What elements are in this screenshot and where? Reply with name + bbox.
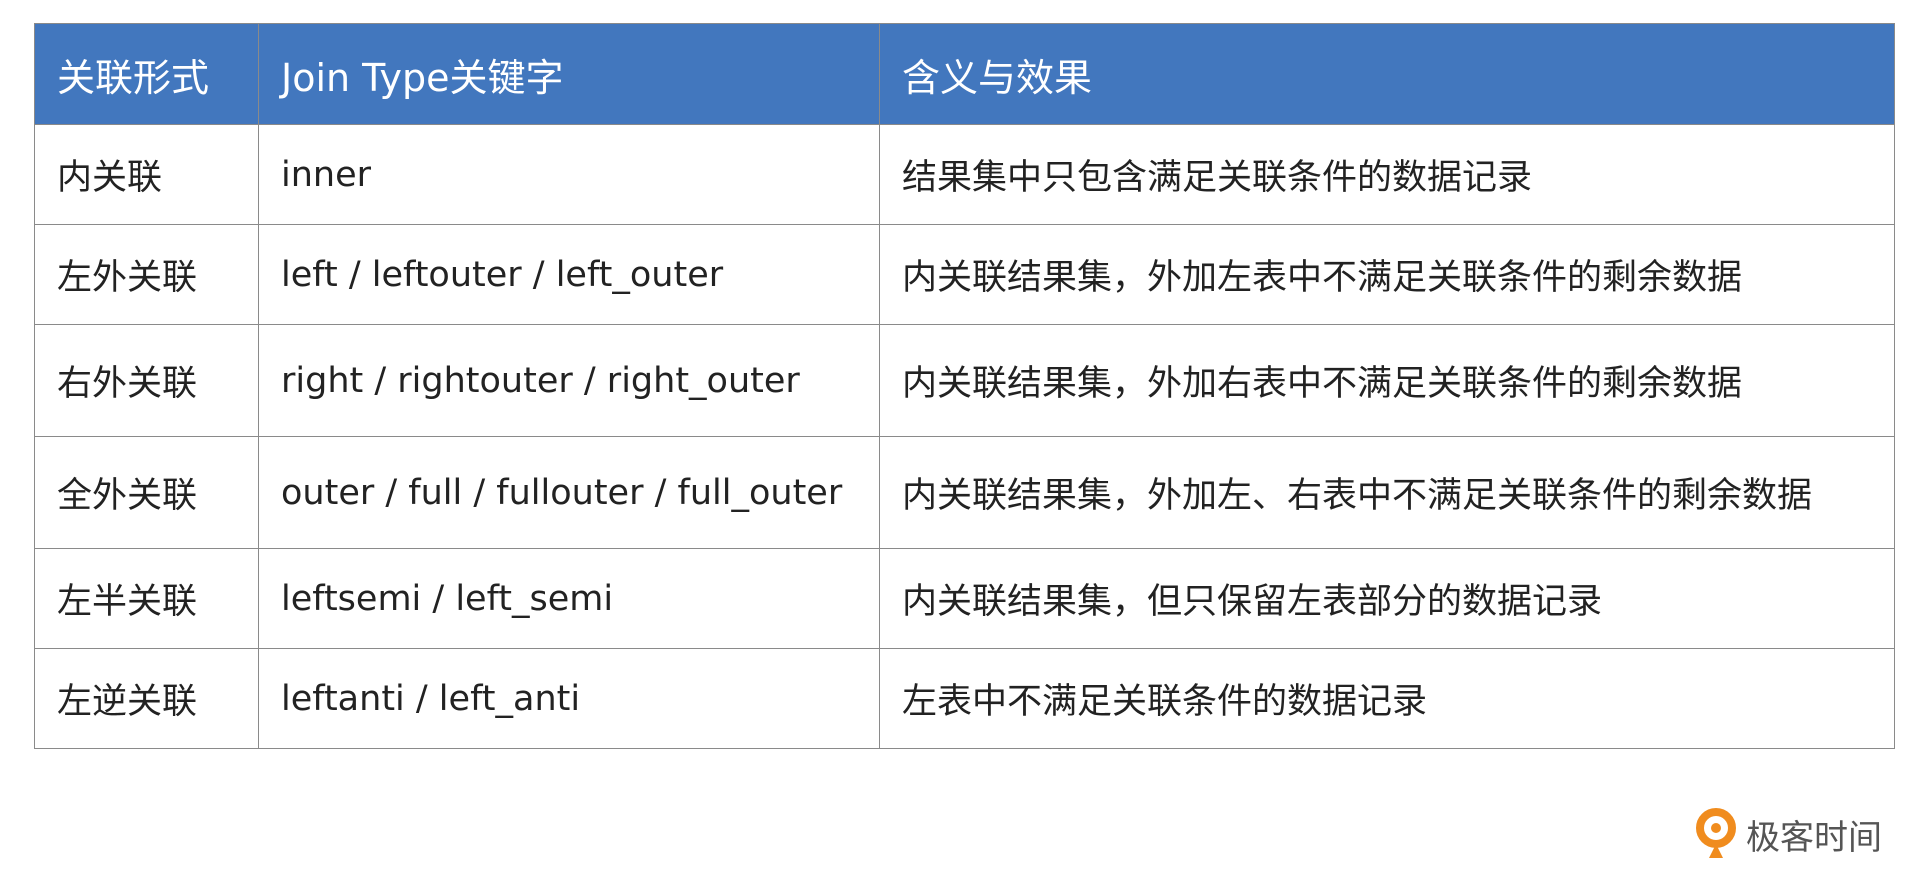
- table-row: 内关联 inner 结果集中只包含满足关联条件的数据记录: [34, 124, 1895, 225]
- cell-join-form: 左逆关联: [34, 648, 259, 749]
- brand-name: 极客时间: [1746, 817, 1882, 858]
- cell-join-form: 左半关联: [34, 548, 259, 649]
- cell-meaning: 内关联结果集，外加右表中不满足关联条件的剩余数据: [879, 324, 1895, 437]
- table-row: 左逆关联 leftanti / left_anti 左表中不满足关联条件的数据记…: [34, 648, 1895, 749]
- cell-join-form: 右外关联: [34, 324, 259, 437]
- cell-join-keyword: leftanti / left_anti: [258, 648, 880, 749]
- join-type-table: 关联形式 Join Type关键字 含义与效果 内关联 inner 结果集中只包…: [34, 23, 1895, 749]
- cell-join-form: 左外关联: [34, 224, 259, 325]
- table-header-row: 关联形式 Join Type关键字 含义与效果: [34, 23, 1895, 125]
- brand-watermark: 极客时间: [1694, 808, 1882, 860]
- cell-join-keyword: left / leftouter / left_outer: [258, 224, 880, 325]
- header-meaning: 含义与效果: [879, 23, 1895, 125]
- cell-meaning: 内关联结果集，但只保留左表部分的数据记录: [879, 548, 1895, 649]
- cell-join-form: 全外关联: [34, 436, 259, 549]
- table-row: 右外关联 right / rightouter / right_outer 内关…: [34, 324, 1895, 437]
- geektime-logo-icon: [1696, 808, 1736, 858]
- table-row: 全外关联 outer / full / fullouter / full_out…: [34, 436, 1895, 549]
- header-join-keyword: Join Type关键字: [258, 23, 880, 125]
- table-row: 左半关联 leftsemi / left_semi 内关联结果集，但只保留左表部…: [34, 548, 1895, 649]
- cell-meaning: 结果集中只包含满足关联条件的数据记录: [879, 124, 1895, 225]
- cell-join-keyword: leftsemi / left_semi: [258, 548, 880, 649]
- cell-meaning: 内关联结果集，外加左表中不满足关联条件的剩余数据: [879, 224, 1895, 325]
- cell-join-keyword: right / rightouter / right_outer: [258, 324, 880, 437]
- cell-join-keyword: inner: [258, 124, 880, 225]
- table-row: 左外关联 left / leftouter / left_outer 内关联结果…: [34, 224, 1895, 325]
- cell-meaning: 内关联结果集，外加左、右表中不满足关联条件的剩余数据: [879, 436, 1895, 549]
- cell-join-form: 内关联: [34, 124, 259, 225]
- cell-meaning: 左表中不满足关联条件的数据记录: [879, 648, 1895, 749]
- header-join-form: 关联形式: [34, 23, 259, 125]
- cell-join-keyword: outer / full / fullouter / full_outer: [258, 436, 880, 549]
